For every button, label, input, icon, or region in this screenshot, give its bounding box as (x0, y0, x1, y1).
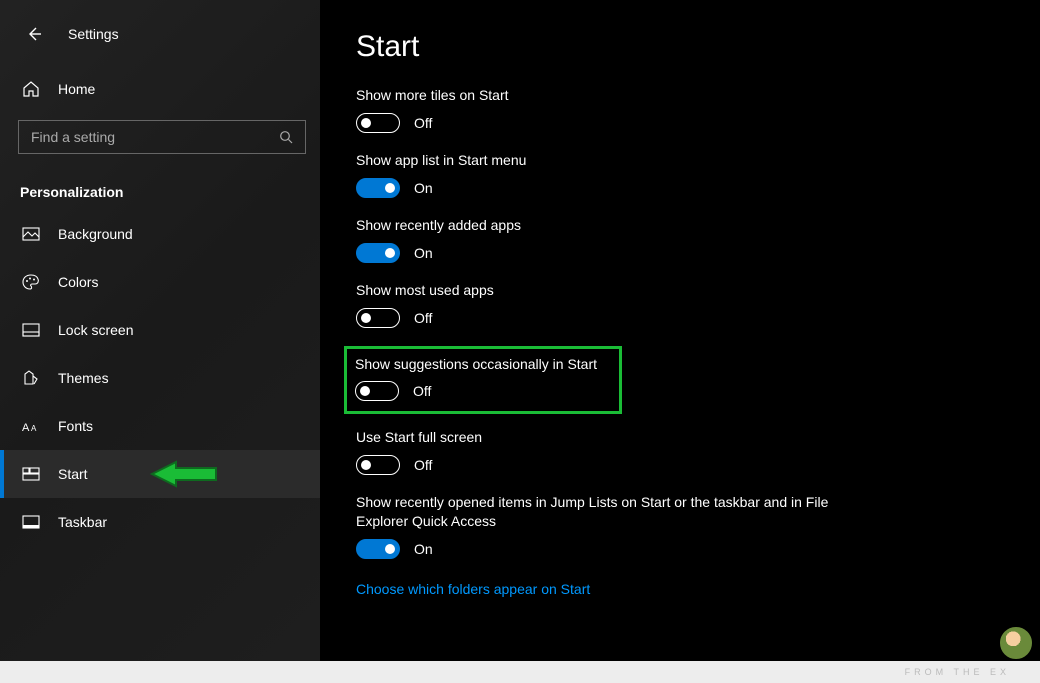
page-title: Start (356, 30, 1004, 64)
toggle-state: On (414, 245, 433, 261)
sidebar-item-label: Lock screen (58, 322, 133, 338)
sidebar-item-themes[interactable]: Themes (0, 354, 320, 402)
sidebar-item-label: Start (58, 466, 88, 482)
setting-label: Show most used apps (356, 281, 836, 300)
themes-icon (22, 370, 48, 386)
toggle-show-app-list[interactable] (356, 178, 400, 198)
toggle-suggestions[interactable] (355, 381, 399, 401)
setting-show-more-tiles: Show more tiles on Start Off (356, 86, 1004, 133)
start-icon (22, 467, 48, 481)
setting-recently-added: Show recently added apps On (356, 216, 1004, 263)
annotation-highlight-box: Show suggestions occasionally in Start O… (344, 346, 622, 415)
setting-label: Show more tiles on Start (356, 86, 836, 105)
search-icon (279, 130, 293, 144)
setting-label: Show recently opened items in Jump Lists… (356, 493, 836, 531)
app-title: Settings (68, 26, 119, 42)
toggle-most-used[interactable] (356, 308, 400, 328)
home-icon (22, 80, 48, 98)
setting-full-screen: Use Start full screen Off (356, 428, 1004, 475)
main-content: Start Show more tiles on Start Off Show … (320, 0, 1040, 661)
sidebar-item-lockscreen[interactable]: Lock screen (0, 306, 320, 354)
arrow-left-icon (25, 25, 43, 43)
setting-suggestions: Show suggestions occasionally in Start O… (355, 355, 609, 402)
lockscreen-icon (22, 323, 48, 337)
setting-label: Show recently added apps (356, 216, 836, 235)
toggle-state: Off (414, 310, 432, 326)
toggle-full-screen[interactable] (356, 455, 400, 475)
sidebar-item-start[interactable]: Start (0, 450, 320, 498)
home-label: Home (58, 81, 95, 97)
search-wrap (0, 110, 320, 166)
toggle-show-more-tiles[interactable] (356, 113, 400, 133)
sidebar-category: Personalization (0, 166, 320, 210)
toggle-state: Off (414, 457, 432, 473)
settings-window: Settings Home Personalization Background (0, 0, 1040, 683)
sidebar-item-background[interactable]: Background (0, 210, 320, 258)
sidebar-item-label: Colors (58, 274, 98, 290)
setting-label: Use Start full screen (356, 428, 836, 447)
setting-label: Show suggestions occasionally in Start (355, 355, 609, 374)
search-box[interactable] (18, 120, 306, 154)
toggle-state: Off (414, 115, 432, 131)
footer-bar: FROM THE EX (0, 661, 1040, 683)
choose-folders-link[interactable]: Choose which folders appear on Start (356, 581, 590, 597)
sidebar-item-taskbar[interactable]: Taskbar (0, 498, 320, 546)
toggle-state: On (414, 180, 433, 196)
titlebar: Settings (0, 18, 320, 68)
svg-text:A: A (31, 424, 37, 433)
sidebar-item-label: Themes (58, 370, 109, 386)
setting-label: Show app list in Start menu (356, 151, 836, 170)
back-button[interactable] (18, 18, 50, 50)
sidebar-item-fonts[interactable]: AA Fonts (0, 402, 320, 450)
palette-icon (22, 274, 48, 290)
toggle-state: On (414, 541, 433, 557)
avatar-icon (1000, 627, 1032, 659)
sidebar-item-label: Fonts (58, 418, 93, 434)
sidebar-item-colors[interactable]: Colors (0, 258, 320, 306)
svg-text:A: A (22, 422, 30, 433)
setting-show-app-list: Show app list in Start menu On (356, 151, 1004, 198)
sidebar-home[interactable]: Home (0, 68, 320, 110)
annotation-arrow-icon (148, 458, 220, 490)
fonts-icon: AA (22, 419, 48, 433)
sidebar-item-label: Taskbar (58, 514, 107, 530)
search-input[interactable] (31, 129, 279, 145)
setting-most-used: Show most used apps Off (356, 281, 1004, 328)
toggle-recently-added[interactable] (356, 243, 400, 263)
watermark-text: FROM THE EX (905, 667, 1010, 677)
setting-jump-lists: Show recently opened items in Jump Lists… (356, 493, 1004, 559)
sidebar-item-label: Background (58, 226, 133, 242)
sidebar: Settings Home Personalization Background (0, 0, 320, 661)
toggle-jump-lists[interactable] (356, 539, 400, 559)
toggle-state: Off (413, 383, 431, 399)
taskbar-icon (22, 515, 48, 529)
picture-icon (22, 227, 48, 241)
